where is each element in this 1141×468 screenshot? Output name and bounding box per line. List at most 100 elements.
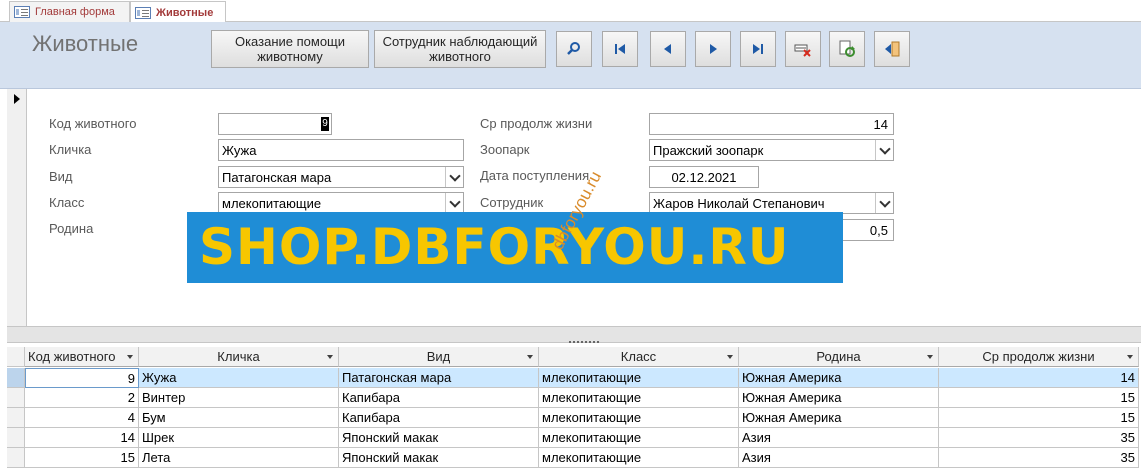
page-title: Животные	[32, 31, 139, 56]
row-selector[interactable]	[7, 388, 25, 408]
delete-record-button[interactable]	[785, 31, 821, 67]
row-selector[interactable]	[7, 448, 25, 468]
last-record-icon	[753, 44, 763, 54]
col-header-kod[interactable]: Код животного	[25, 347, 139, 367]
cell-kod[interactable]: 4	[25, 408, 139, 428]
cell-klass[interactable]: млекопитающие	[539, 448, 739, 468]
cell-klass[interactable]: млекопитающие	[539, 388, 739, 408]
tab-animals[interactable]: Животные	[130, 1, 226, 23]
cell-kod[interactable]: 15	[25, 448, 139, 468]
cell-zhizn[interactable]: 35	[939, 448, 1139, 468]
prev-record-icon	[664, 44, 671, 54]
cell-zhizn[interactable]: 35	[939, 428, 1139, 448]
cell-klass[interactable]: млекопитающие	[539, 368, 739, 388]
refresh-icon	[839, 40, 855, 57]
cell-rodina[interactable]: Южная Америка	[739, 388, 939, 408]
col-header-klichka[interactable]: Кличка	[139, 347, 339, 367]
table-row[interactable]: 14 Шрек Японский макак млекопитающие Ази…	[7, 428, 1141, 448]
cell-vid[interactable]: Японский макак	[339, 428, 539, 448]
refresh-button[interactable]	[829, 31, 865, 67]
cell-klichka[interactable]: Лета	[139, 448, 339, 468]
chevron-down-icon[interactable]	[445, 193, 463, 213]
cell-vid[interactable]: Патагонская мара	[339, 368, 539, 388]
data-label: Дата поступления	[480, 168, 590, 183]
col-header-klass[interactable]: Класс	[539, 347, 739, 367]
table-row[interactable]: 15 Лета Японский макак млекопитающие Ази…	[7, 448, 1141, 468]
tab-main-form-label: Главная форма	[35, 6, 115, 18]
cell-klass[interactable]: млекопитающие	[539, 408, 739, 428]
cell-klichka[interactable]: Шрек	[139, 428, 339, 448]
splitter-grip-icon	[569, 341, 599, 343]
klass-label: Класс	[49, 195, 85, 210]
cell-kod[interactable]: 14	[25, 428, 139, 448]
sort-dropdown-icon[interactable]	[727, 355, 733, 359]
klass-combo[interactable]: млекопитающие	[218, 192, 464, 214]
cell-rodina[interactable]: Южная Америка	[739, 368, 939, 388]
close-form-button[interactable]	[874, 31, 910, 67]
cell-vid[interactable]: Капибара	[339, 388, 539, 408]
vid-label: Вид	[49, 169, 73, 184]
row-selector[interactable]	[7, 408, 25, 428]
cell-zhizn[interactable]: 15	[939, 408, 1139, 428]
table-row[interactable]: 9 Жужа Патагонская мара млекопитающие Юж…	[7, 368, 1141, 388]
supervising-staff-button[interactable]: Сотрудник наблюдающий животного	[374, 30, 546, 68]
select-all-corner[interactable]	[7, 347, 25, 367]
col-header-zhizn[interactable]: Ср продолж жизни	[939, 347, 1139, 367]
kod-field[interactable]: 9	[218, 113, 332, 135]
sort-dropdown-icon[interactable]	[127, 355, 133, 359]
table-row[interactable]: 4 Бум Капибара млекопитающие Южная Амери…	[7, 408, 1141, 428]
zoopark-combo[interactable]: Пражский зоопарк	[649, 139, 894, 161]
col-header-klichka-label: Кличка	[217, 349, 260, 364]
zhizn-field[interactable]: 14	[649, 113, 894, 135]
data-field[interactable]: 02.12.2021	[649, 166, 759, 188]
last-record-button[interactable]	[740, 31, 776, 67]
current-record-indicator-icon	[14, 94, 20, 104]
cell-klichka[interactable]: Бум	[139, 408, 339, 428]
cell-rodina[interactable]: Южная Америка	[739, 408, 939, 428]
table-row[interactable]: 2 Винтер Капибара млекопитающие Южная Ам…	[7, 388, 1141, 408]
cell-klichka[interactable]: Жужа	[139, 368, 339, 388]
klichka-field[interactable]: Жужа	[218, 139, 464, 161]
prev-record-button[interactable]	[650, 31, 686, 67]
sort-dropdown-icon[interactable]	[527, 355, 533, 359]
chevron-down-icon[interactable]	[875, 140, 893, 160]
record-selector[interactable]	[7, 89, 27, 326]
sort-dropdown-icon[interactable]	[1127, 355, 1133, 359]
col-header-vid[interactable]: Вид	[339, 347, 539, 367]
cell-zhizn[interactable]: 15	[939, 388, 1139, 408]
vid-combo[interactable]: Патагонская мара	[218, 166, 464, 188]
cell-vid[interactable]: Капибара	[339, 408, 539, 428]
split-form-divider[interactable]	[7, 326, 1141, 343]
col-header-rodina[interactable]: Родина	[739, 347, 939, 367]
next-record-icon	[710, 44, 717, 54]
search-button[interactable]	[556, 31, 592, 67]
col-header-zhizn-label: Ср продолж жизни	[982, 349, 1095, 364]
cell-klass[interactable]: млекопитающие	[539, 428, 739, 448]
col-header-vid-label: Вид	[426, 349, 451, 364]
first-record-button[interactable]	[602, 31, 638, 67]
next-record-button[interactable]	[695, 31, 731, 67]
partial-field[interactable]: 0,5	[840, 219, 894, 241]
rodina-label: Родина	[49, 221, 94, 236]
cell-klichka[interactable]: Винтер	[139, 388, 339, 408]
klass-value: млекопитающие	[222, 196, 322, 211]
zhizn-label: Ср продолж жизни	[480, 116, 593, 131]
tab-animals-label: Животные	[156, 6, 214, 19]
sort-dropdown-icon[interactable]	[927, 355, 933, 359]
chevron-down-icon[interactable]	[445, 167, 463, 187]
row-selector[interactable]	[7, 428, 25, 448]
cell-kod[interactable]: 9	[25, 368, 139, 388]
col-header-kod-label: Код животного	[28, 349, 116, 364]
help-animal-button[interactable]: Оказание помощи животному	[211, 30, 369, 68]
row-selector[interactable]	[7, 368, 25, 388]
chevron-down-icon[interactable]	[875, 193, 893, 213]
tab-main-form[interactable]: Главная форма	[9, 1, 130, 22]
sotrudnik-combo[interactable]: Жаров Николай Степанович	[649, 192, 894, 214]
cell-kod[interactable]: 2	[25, 388, 139, 408]
cell-rodina[interactable]: Азия	[739, 428, 939, 448]
cell-zhizn[interactable]: 14	[939, 368, 1139, 388]
cell-vid[interactable]: Японский макак	[339, 448, 539, 468]
cell-rodina[interactable]: Азия	[739, 448, 939, 468]
sort-dropdown-icon[interactable]	[327, 355, 333, 359]
zoopark-label: Зоопарк	[480, 142, 530, 157]
